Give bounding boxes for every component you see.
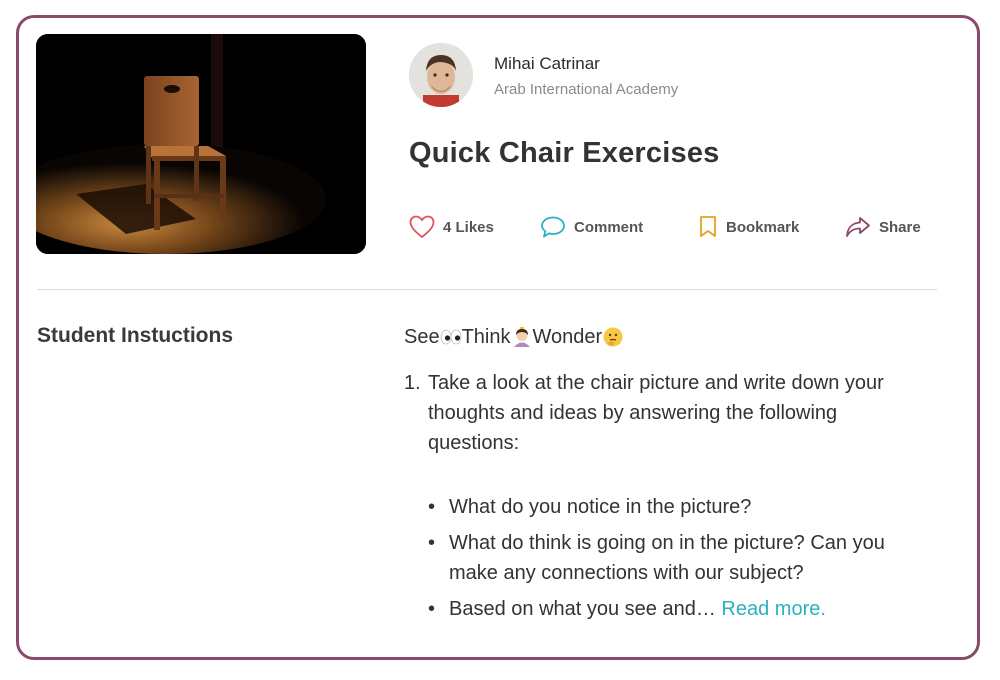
- divider: [37, 289, 937, 290]
- likes-label: 4 Likes: [443, 218, 494, 236]
- like-button[interactable]: 4 Likes: [409, 213, 494, 241]
- share-label: Share: [879, 218, 921, 236]
- bookmark-icon: [700, 216, 716, 237]
- comment-button[interactable]: Comment: [540, 213, 643, 241]
- post-title: Quick Chair Exercises: [409, 137, 720, 169]
- speech-bubble-icon: [541, 216, 565, 238]
- author-avatar[interactable]: [409, 43, 473, 107]
- bullet-text: What do think is going on in the picture…: [449, 532, 885, 584]
- bullet-text: Based on what you see and…: [449, 598, 716, 620]
- wonder-text: Wonder: [532, 326, 603, 348]
- thinking-face-emoji: [603, 327, 623, 347]
- person-thinking-emoji: [513, 327, 530, 347]
- item-number: 1.: [404, 372, 421, 394]
- post-thumbnail[interactable]: [36, 34, 366, 254]
- bookmark-button[interactable]: Bookmark: [698, 213, 799, 241]
- share-arrow-icon: [846, 217, 870, 237]
- think-text: Think: [461, 326, 511, 348]
- bullet-text-wrap: Based on what you see and… Read more.: [449, 594, 909, 624]
- see-text: See: [404, 326, 440, 348]
- bullet-text: What do you notice in the picture?: [449, 496, 752, 518]
- eyes-emoji: [440, 329, 461, 345]
- bookmark-label: Bookmark: [726, 218, 800, 236]
- author-name[interactable]: Mihai Catrinar: [494, 54, 600, 74]
- heart-icon: [409, 215, 435, 239]
- post-actions: 4 Likes Comment Bookmark Share: [409, 213, 929, 241]
- comment-label: Comment: [574, 218, 644, 236]
- share-button[interactable]: Share: [845, 213, 921, 241]
- chair-image: [36, 34, 366, 254]
- avatar-image: [409, 43, 473, 107]
- read-more-link[interactable]: Read more.: [721, 598, 826, 620]
- section-label: Student Instuctions: [37, 324, 233, 347]
- see-think-wonder-line: See Think Wonder: [404, 322, 624, 352]
- author-school: Arab International Academy: [494, 81, 679, 98]
- item-text: Take a look at the chair picture and wri…: [428, 372, 884, 454]
